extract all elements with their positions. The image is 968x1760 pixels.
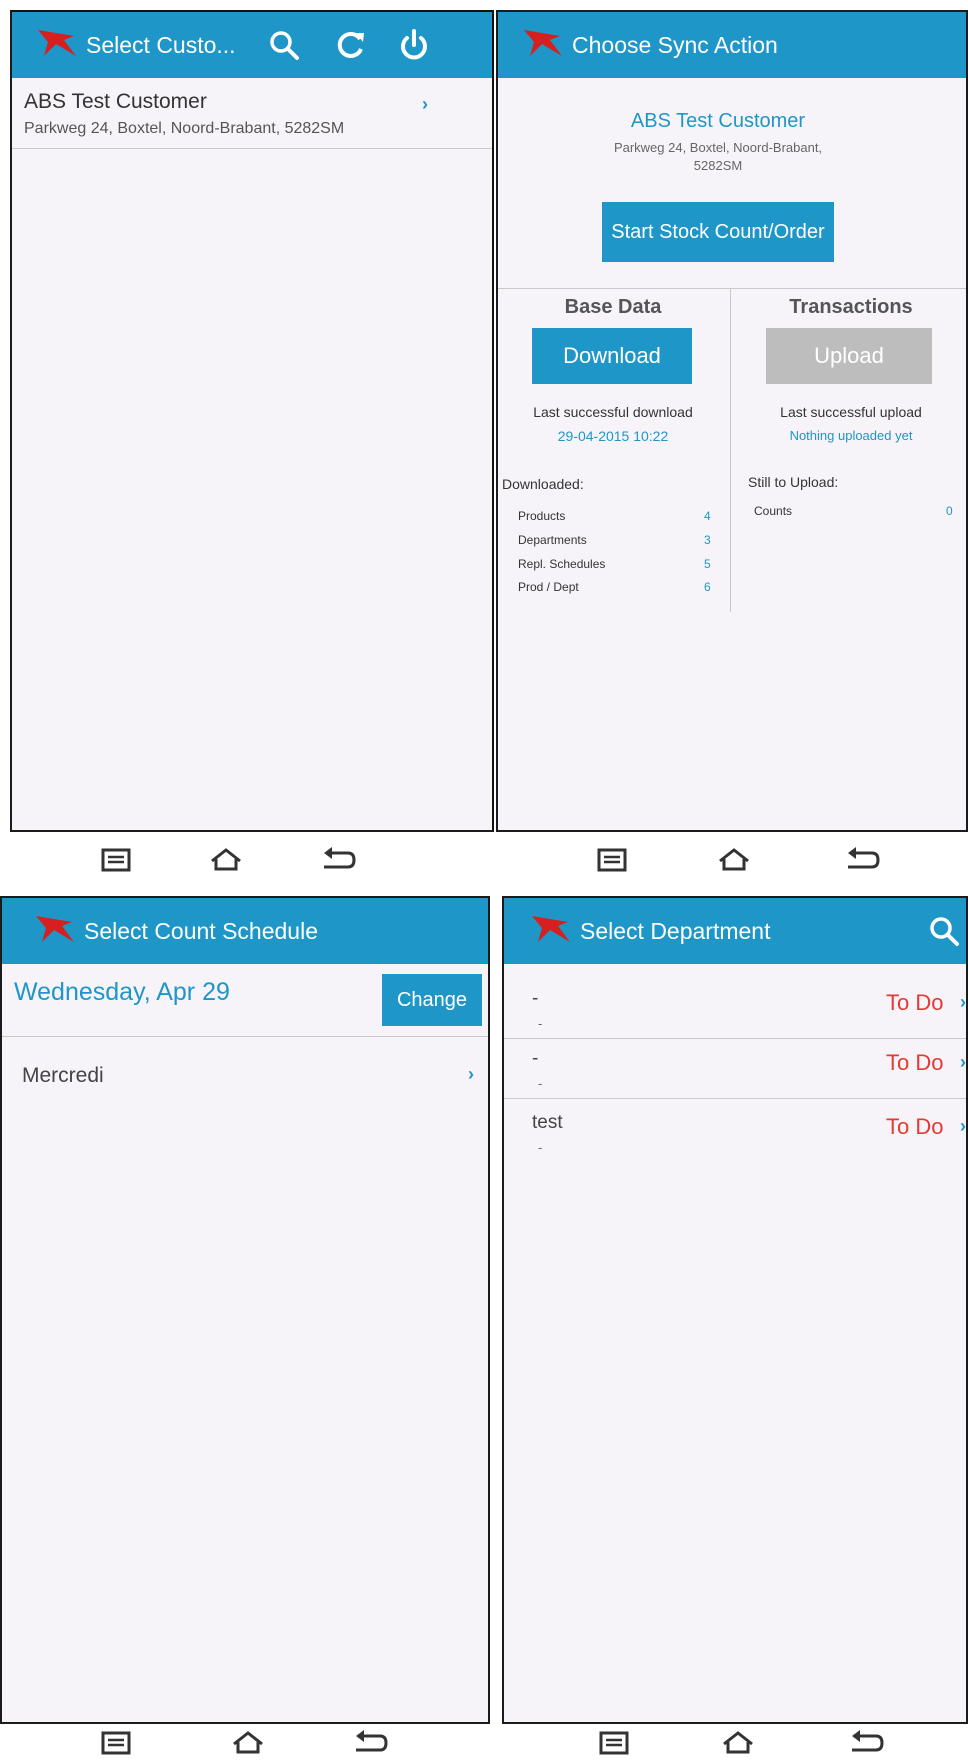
base-data-heading: Base Data [564,296,662,318]
app-bar: Select Department [504,898,966,964]
customer-name: ABS Test Customer [24,90,207,113]
home-icon[interactable] [714,845,754,875]
chevron-right-icon: › [960,1116,966,1136]
app-bar: Choose Sync Action [498,12,966,78]
status-badge: To Do [886,1114,944,1139]
selected-date: Wednesday, Apr 29 [14,978,230,1006]
last-upload-value: Nothing uploaded yet [789,428,913,443]
department-subtitle: - [538,1140,543,1155]
divider [504,1098,966,1099]
page-title: Select Count Schedule [84,918,318,944]
app-logo-icon [532,916,570,942]
department-name: - [532,1048,539,1069]
customer-address: Parkweg 24, Boxtel, Noord-Brabant, 5282S… [24,120,345,137]
select-department-screen: Select Department - - To Do › - - To Do … [502,896,968,1724]
chevron-right-icon: › [468,1064,474,1084]
menu-icon[interactable] [96,1728,136,1758]
select-count-schedule-screen: Select Count Schedule Wednesday, Apr 29 … [0,896,490,1724]
customer-address-line1: Parkweg 24, Boxtel, Noord-Brabant, [613,140,823,155]
department-name: test [532,1112,563,1133]
home-icon[interactable] [228,1728,268,1758]
last-upload-label: Last successful upload [780,404,922,420]
app-bar: Select Count Schedule [2,898,488,964]
home-icon[interactable] [206,845,246,875]
home-icon[interactable] [718,1728,758,1758]
download-button[interactable]: Download [532,328,692,384]
refresh-icon[interactable] [330,25,370,65]
app-logo-icon [524,30,562,56]
list-item-label: Prod / Dept [518,580,579,594]
page-title: Choose Sync Action [572,32,778,58]
list-item-value: 5 [704,557,711,571]
list-item-label: Counts [754,504,793,518]
department-subtitle: - [538,1076,543,1091]
list-item-value: 6 [704,580,711,594]
composite-screenshot: Select Custo... ABS Test Customer Parkwe… [0,0,968,1760]
still-to-upload-heading: Still to Upload: [748,474,839,490]
choose-sync-action-screen: Choose Sync Action ABS Test Customer Par… [496,10,968,832]
chevron-right-icon: › [960,1052,966,1072]
list-item-label: Repl. Schedules [518,557,606,571]
department-subtitle: - [538,1016,543,1031]
chevron-right-icon: › [960,992,966,1012]
menu-icon[interactable] [96,845,136,875]
upload-button[interactable]: Upload [766,328,932,384]
page-title: Select Custo... [86,32,236,58]
last-download-label: Last successful download [533,404,693,420]
customer-name: ABS Test Customer [630,110,806,132]
downloaded-heading: Downloaded: [502,476,584,492]
list-item-label: Departments [518,533,587,547]
change-date-button[interactable]: Change [382,974,482,1026]
list-item-value: 3 [704,533,711,547]
divider [2,1036,488,1037]
transactions-heading: Transactions [789,296,913,318]
page-title: Select Department [580,918,771,944]
back-icon[interactable] [318,845,358,875]
list-item-label: Products [518,509,566,523]
search-icon[interactable] [264,25,304,65]
list-item-value: 0 [946,504,953,518]
search-icon[interactable] [924,911,964,951]
select-customer-screen: Select Custo... ABS Test Customer Parkwe… [10,10,494,832]
app-logo-icon [38,30,76,56]
divider [12,148,492,149]
start-stock-count-button[interactable]: Start Stock Count/Order [602,202,834,262]
schedule-name: Mercredi [22,1064,104,1087]
chevron-right-icon: › [422,94,428,114]
power-icon[interactable] [394,25,434,65]
back-icon[interactable] [350,1728,390,1758]
app-bar: Select Custo... [12,12,492,78]
list-item-value: 4 [704,509,711,523]
app-logo-icon [36,916,74,942]
customer-address-line2: 5282SM [693,158,743,173]
department-name: - [532,988,539,1009]
status-badge: To Do [886,990,944,1015]
menu-icon[interactable] [594,1728,634,1758]
back-icon[interactable] [842,845,882,875]
back-icon[interactable] [846,1728,886,1758]
last-download-value: 29-04-2015 10:22 [557,428,669,444]
divider [504,1038,966,1039]
menu-icon[interactable] [592,845,632,875]
column-divider [730,288,731,612]
divider [498,288,966,289]
status-badge: To Do [886,1050,944,1075]
